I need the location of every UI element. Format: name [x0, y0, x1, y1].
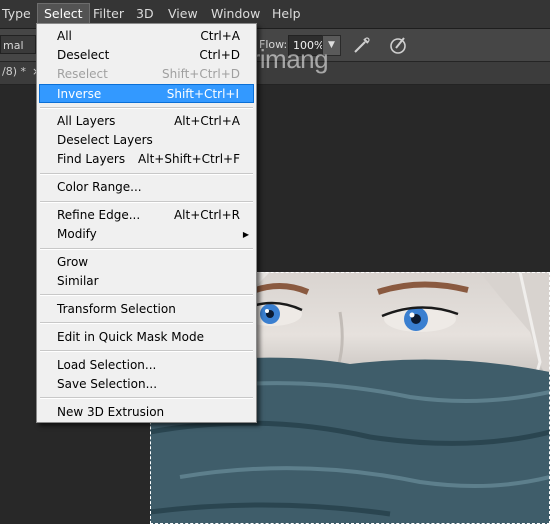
menu-separator — [40, 350, 253, 352]
menu-item-deselect-layers[interactable]: Deselect Layers — [39, 131, 254, 150]
menu-separator — [40, 248, 253, 250]
menu-separator — [40, 107, 253, 109]
menu-separator — [40, 201, 253, 203]
menu-item-all-layers[interactable]: All Layers Alt+Ctrl+A — [39, 112, 254, 131]
menu-item-quick-mask[interactable]: Edit in Quick Mask Mode — [39, 328, 254, 347]
menu-3d[interactable]: 3D — [130, 4, 160, 24]
menu-separator — [40, 294, 253, 296]
menu-item-refine-edge[interactable]: Refine Edge... Alt+Ctrl+R — [39, 206, 254, 225]
menu-view[interactable]: View — [162, 4, 204, 24]
menu-item-new-3d-extrusion[interactable]: New 3D Extrusion — [39, 403, 254, 422]
menu-item-find-layers[interactable]: Find Layers Alt+Shift+Ctrl+F — [39, 150, 254, 169]
menu-item-deselect[interactable]: Deselect Ctrl+D — [39, 46, 254, 65]
menu-item-save-selection[interactable]: Save Selection... — [39, 375, 254, 394]
menu-item-modify[interactable]: Modify ▶ — [39, 225, 254, 244]
menu-item-load-selection[interactable]: Load Selection... — [39, 356, 254, 375]
tablet-pressure-icon[interactable] — [387, 34, 409, 56]
select-menu-dropdown: All Ctrl+A Deselect Ctrl+D Reselect Shift+C… — [36, 23, 257, 423]
menu-item-inverse[interactable]: Inverse Shift+Ctrl+I — [39, 84, 254, 103]
menu-item-grow[interactable]: Grow — [39, 253, 254, 272]
blend-mode-select[interactable]: mal — [0, 35, 36, 54]
menu-item-transform-selection[interactable]: Transform Selection — [39, 300, 254, 319]
menu-filter[interactable]: Filter — [87, 4, 130, 24]
menu-item-color-range[interactable]: Color Range... — [39, 178, 254, 197]
menu-item-all[interactable]: All Ctrl+A — [39, 27, 254, 46]
menu-separator — [40, 397, 253, 399]
menu-window[interactable]: Window — [205, 4, 266, 24]
menu-help[interactable]: Help — [266, 4, 307, 24]
menu-item-similar[interactable]: Similar — [39, 272, 254, 291]
menu-separator — [40, 322, 253, 324]
menu-item-reselect: Reselect Shift+Ctrl+D — [57, 67, 240, 81]
menu-separator — [40, 173, 253, 175]
airbrush-icon[interactable] — [351, 34, 373, 56]
menu-select[interactable]: Select — [37, 3, 90, 25]
document-tab[interactable]: /8) * — [0, 65, 26, 78]
menu-type[interactable]: Type — [0, 4, 37, 24]
submenu-arrow-icon: ▶ — [242, 230, 249, 239]
